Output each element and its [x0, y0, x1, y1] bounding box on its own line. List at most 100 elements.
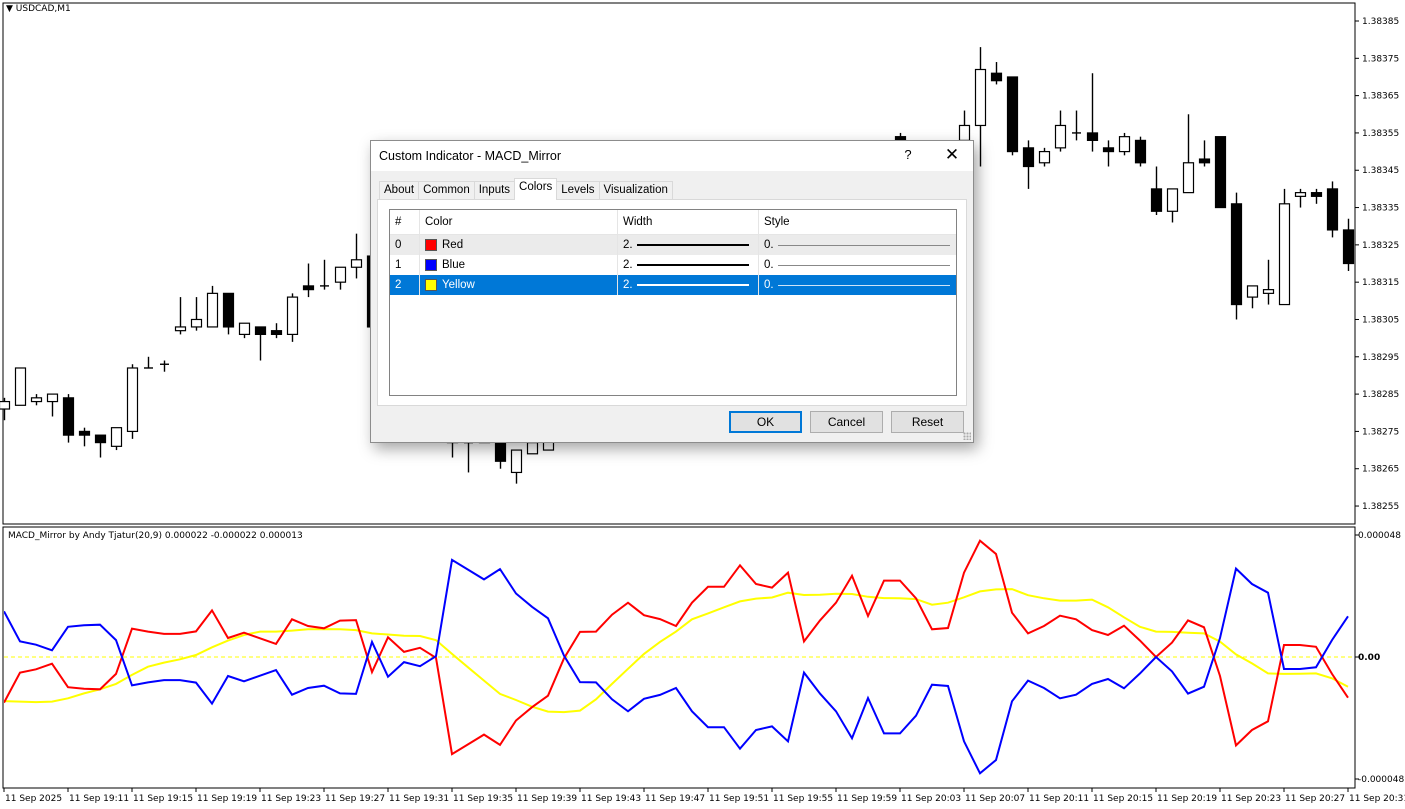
candle — [1278, 188, 1291, 306]
candle — [1230, 192, 1243, 320]
time-tick-label: 11 Sep 19:47 — [645, 794, 705, 804]
candle-body-bull — [206, 292, 219, 328]
dialog-title: Custom Indicator - MACD_Mirror — [379, 149, 561, 163]
price-axis: 1.38385 1.38375 1.38365 1.38355 1.38345 1.383… — [1355, 17, 1399, 512]
candle-body-bull — [0, 400, 11, 410]
tab-inputs[interactable]: Inputs — [473, 181, 516, 200]
candle-body-bear — [1006, 76, 1019, 153]
column-header-width[interactable]: Width — [618, 210, 759, 234]
time-tick-label: 11 Sep 20:27 — [1285, 794, 1345, 804]
dialog-titlebar[interactable]: Custom Indicator - MACD_Mirror ? ✕ — [371, 141, 973, 171]
candle-body-bull — [190, 318, 203, 328]
candle — [110, 427, 123, 451]
price-tick-label: 1.38385 — [1362, 17, 1399, 27]
time-tick-label: 11 Sep 19:59 — [837, 794, 897, 804]
time-tick-label: 11 Sep 19:11 — [69, 794, 129, 804]
help-button[interactable]: ? — [893, 147, 923, 167]
style-preview — [777, 244, 950, 246]
price-tick-label: 1.38355 — [1362, 129, 1399, 139]
custom-indicator-dialog: Custom Indicator - MACD_Mirror ? ✕ About… — [370, 140, 974, 443]
time-tick-label: 11 Sep 20:07 — [965, 794, 1025, 804]
candle-body-bull — [974, 68, 987, 127]
candle-body-bull — [1294, 192, 1307, 197]
list-item[interactable]: 0 Red 2. 0. — [390, 235, 956, 255]
candle-body-bull — [174, 326, 187, 332]
style-preview — [777, 284, 950, 286]
color-select[interactable]: Yellow — [420, 275, 618, 295]
price-tick-label: 1.38295 — [1362, 353, 1399, 363]
tab-about[interactable]: About — [379, 181, 420, 200]
color-select[interactable]: Blue — [420, 255, 618, 275]
color-name: Red — [442, 239, 464, 251]
candle-body-bull — [238, 322, 251, 336]
width-value: 2. — [623, 239, 633, 251]
candle-body-bear — [302, 285, 315, 291]
list-item[interactable]: 1 Blue 2. 0. — [390, 255, 956, 275]
time-tick-label: 11 Sep 19:23 — [261, 794, 321, 804]
price-tick-label: 1.38265 — [1362, 465, 1399, 475]
reset-button[interactable]: Reset — [891, 411, 964, 433]
candle-body-bull — [1118, 136, 1131, 153]
tab-common[interactable]: Common — [418, 181, 475, 200]
cancel-button[interactable]: Cancel — [810, 411, 883, 433]
candle-body-bull — [30, 397, 43, 403]
color-swatch — [425, 239, 437, 251]
style-value: 0. — [764, 239, 774, 251]
time-tick-label: 11 Sep 19:43 — [581, 794, 641, 804]
candle — [62, 394, 75, 443]
price-tick-label: 1.38365 — [1362, 92, 1399, 102]
time-tick-label: 11 Sep 19:39 — [517, 794, 577, 804]
list-item-selected[interactable]: 2 Yellow 2. 0. — [390, 275, 956, 295]
time-tick-label: 11 Sep 20:03 — [901, 794, 961, 804]
tab-bar: About Common Inputs Colors Levels Visual… — [379, 178, 673, 200]
style-select[interactable]: 0. — [759, 255, 956, 275]
price-tick-label: 1.38255 — [1362, 502, 1399, 512]
row-index: 0 — [390, 235, 420, 255]
symbol-label[interactable]: ▼ USDCAD,M1 — [6, 4, 71, 14]
color-swatch — [425, 259, 437, 271]
width-select[interactable]: 2. — [618, 255, 759, 275]
candle-body-bull — [1182, 162, 1195, 194]
tab-visualization[interactable]: Visualization — [598, 181, 673, 200]
colors-list: # Color Width Style 0 Red 2. 0. 1 Blue 2… — [389, 209, 957, 396]
color-select[interactable]: Red — [420, 235, 618, 255]
width-select[interactable]: 2. — [618, 235, 759, 255]
time-tick-label: 11 Sep 20:11 — [1029, 794, 1089, 804]
column-header-color[interactable]: Color — [420, 210, 618, 234]
time-tick-label: 11 Sep 19:51 — [709, 794, 769, 804]
candle-body-bull — [334, 266, 347, 283]
price-tick-label: 1.38325 — [1362, 241, 1399, 251]
width-preview — [636, 244, 749, 246]
resize-grip-icon[interactable] — [963, 432, 971, 440]
candle-body-bull — [286, 296, 299, 336]
color-swatch — [425, 279, 437, 291]
ok-button[interactable]: OK — [729, 411, 802, 433]
candle-body-bear — [270, 330, 283, 336]
candle-body-bull — [510, 449, 523, 474]
candle-body-bull — [350, 259, 363, 268]
price-tick-label: 1.38375 — [1362, 54, 1399, 64]
width-preview — [636, 264, 749, 266]
time-tick-label: 11 Sep 20:19 — [1157, 794, 1217, 804]
candle-body-bear — [1198, 158, 1211, 164]
indicator-tick-label: -0.000048 — [1358, 775, 1404, 785]
candle — [1134, 136, 1147, 167]
width-select[interactable]: 2. — [618, 275, 759, 295]
style-select[interactable]: 0. — [759, 235, 956, 255]
indicator-tick-label: 0.00 — [1358, 653, 1380, 663]
candle-body-bull — [1054, 124, 1067, 149]
candle — [126, 364, 139, 439]
column-header-index[interactable]: # — [390, 210, 420, 234]
column-header-style[interactable]: Style — [759, 210, 956, 234]
price-tick-label: 1.38305 — [1362, 315, 1399, 325]
close-icon[interactable]: ✕ — [937, 145, 967, 167]
price-tick-label: 1.38345 — [1362, 166, 1399, 176]
candle-body-bear — [94, 434, 107, 444]
tab-colors[interactable]: Colors — [514, 178, 558, 200]
time-tick-label: 11 Sep 20:23 — [1221, 794, 1281, 804]
dropdown-triangle-icon[interactable]: ▼ — [6, 4, 13, 14]
indicator-label: MACD_Mirror by Andy Tjatur(20,9) 0.00002… — [8, 531, 303, 541]
tab-levels[interactable]: Levels — [556, 181, 600, 200]
indicator-axis: 0.000048 0.00 -0.000048 — [1355, 531, 1404, 785]
style-select[interactable]: 0. — [759, 275, 956, 295]
